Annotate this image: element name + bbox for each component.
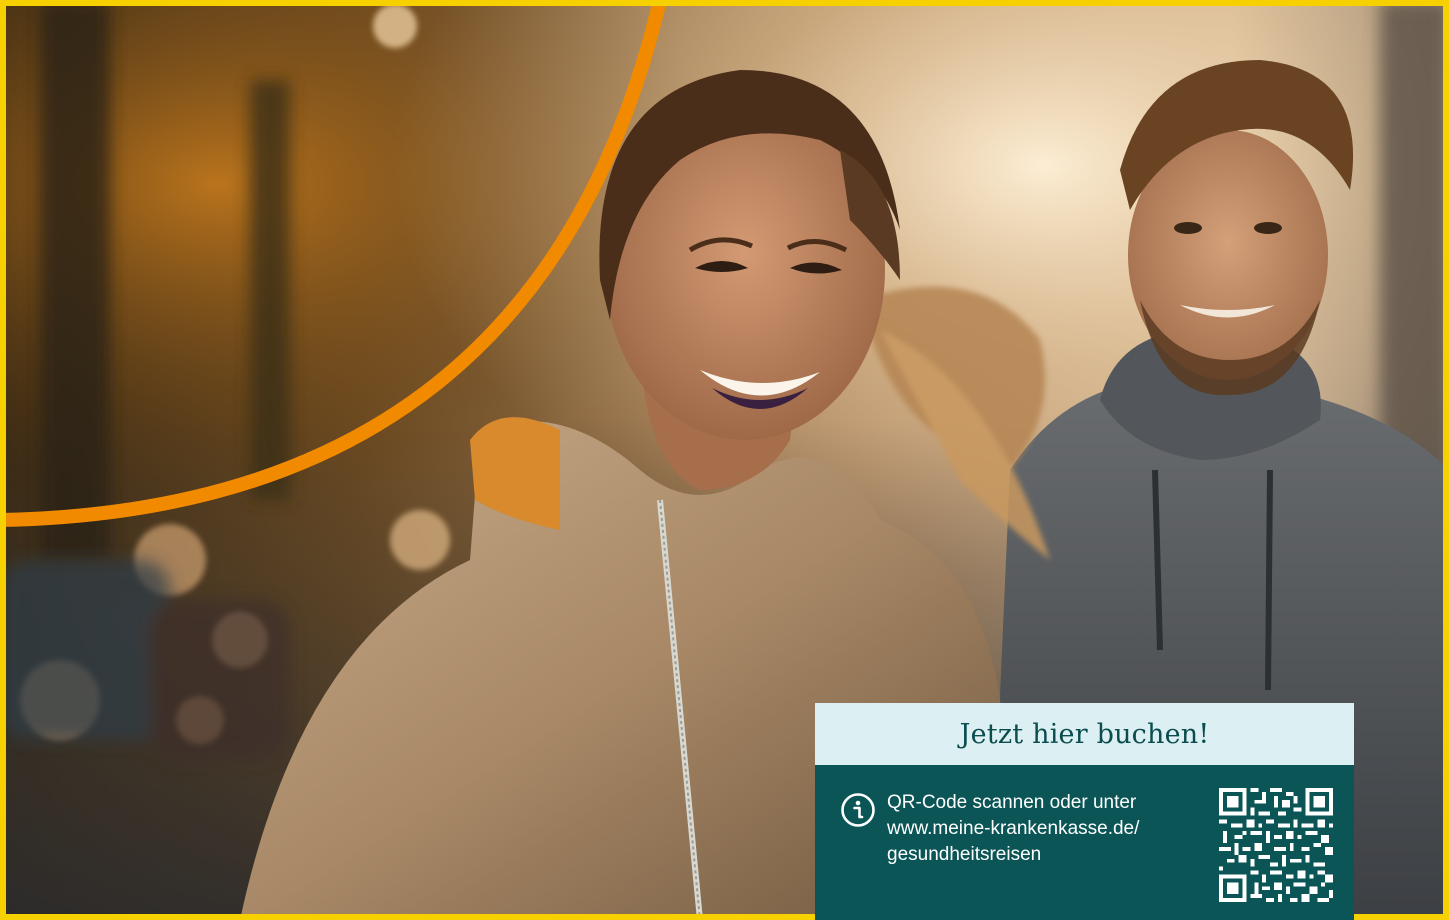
booking-card-header: Jetzt hier buchen!: [815, 703, 1354, 765]
booking-instructions: QR-Code scannen oder unter www.meine-kra…: [887, 790, 1217, 868]
booking-title: Jetzt hier buchen!: [959, 718, 1210, 750]
booking-url-path[interactable]: gesundheitsreisen: [887, 842, 1217, 868]
booking-url-line[interactable]: www.meine-krankenkasse.de/: [887, 816, 1217, 842]
info-icon: [841, 793, 875, 827]
booking-card[interactable]: Jetzt hier buchen! QR-Code scannen oder …: [815, 703, 1354, 920]
qr-code-icon[interactable]: [1219, 788, 1333, 902]
booking-card-body: QR-Code scannen oder unter www.meine-kra…: [815, 765, 1354, 920]
poster: Jetzt hier buchen! QR-Code scannen oder …: [0, 0, 1449, 920]
instruction-line-1: QR-Code scannen oder unter: [887, 792, 1137, 813]
